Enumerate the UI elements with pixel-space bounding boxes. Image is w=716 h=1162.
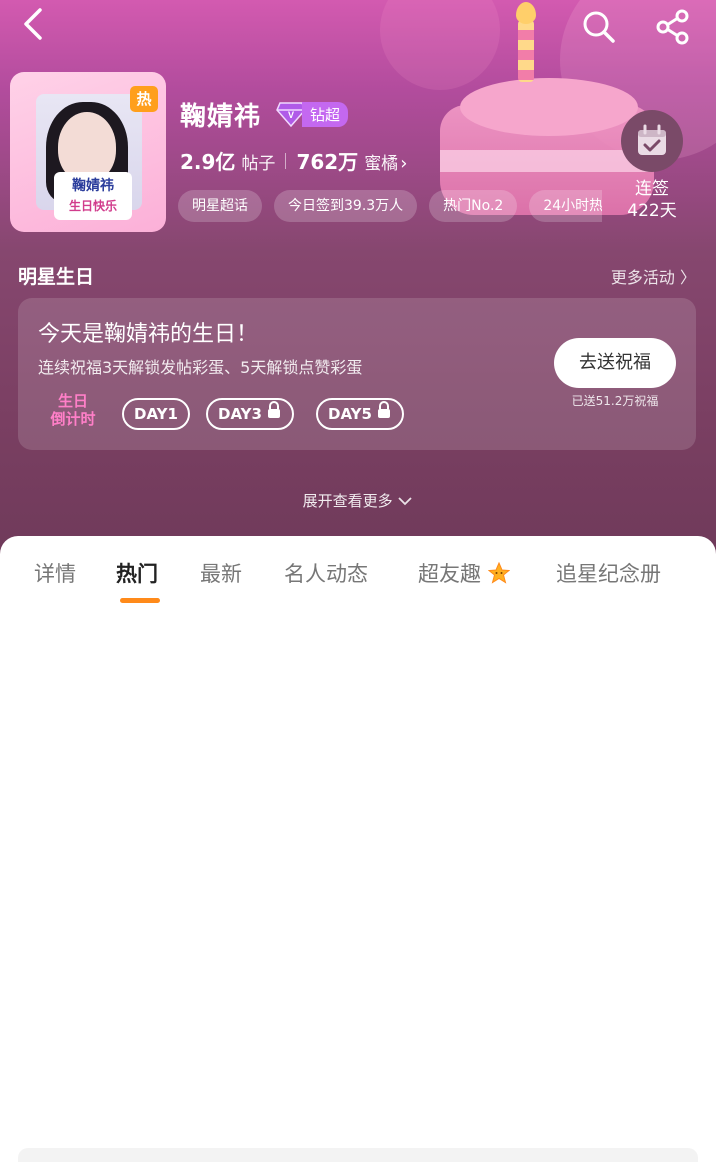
day-pill[interactable]: DAY3 xyxy=(206,398,294,430)
countdown-line2: 倒计时 xyxy=(50,410,96,428)
day-pill[interactable]: DAY1 xyxy=(122,398,190,430)
day-pill[interactable]: DAY5 xyxy=(316,398,404,430)
chevron-right-icon: › xyxy=(400,153,408,174)
stats-divider xyxy=(285,153,287,169)
expand-label: 展开查看更多 xyxy=(302,492,393,510)
tag-item[interactable]: 24小时热 xyxy=(529,190,602,222)
vip-label: 钻超 xyxy=(302,101,349,127)
content-card-top xyxy=(18,1148,698,1162)
chevron-down-icon xyxy=(397,492,413,510)
hot-badge: 热 xyxy=(130,86,158,112)
checkin-label: 连签 xyxy=(635,179,669,199)
back-arrow-icon[interactable] xyxy=(18,6,54,46)
active-tab-indicator xyxy=(120,598,160,603)
vip-badge[interactable]: V 钻超 xyxy=(276,100,349,128)
day-label: DAY3 xyxy=(218,405,262,423)
countdown-line1: 生日 xyxy=(57,392,88,410)
flame-icon xyxy=(516,2,536,24)
tab-hot[interactable]: 热门 xyxy=(116,558,158,588)
stats-row[interactable]: 2.9亿 帖子 762万 蜜橘 › xyxy=(180,146,407,175)
birthday-card: 今天是鞠婧祎的生日！ 连续祝福3天解锁发帖彩蛋、5天解锁点赞彩蛋 去送祝福 已送… xyxy=(18,298,696,450)
fans-count: 762万 xyxy=(296,150,359,174)
birthday-subtext: 连续祝福3天解锁发帖彩蛋、5天解锁点赞彩蛋 xyxy=(38,358,363,377)
avatar-banner-greeting: 生日快乐 xyxy=(68,199,117,213)
day-label: DAY5 xyxy=(328,405,372,423)
calendar-check-icon xyxy=(621,110,683,172)
checkin-days: 422天 xyxy=(627,201,677,221)
hero-banner: 鞠婧祎 生日快乐 热 鞠婧祎 V 钻超 2.9亿 帖子 762万 蜜橘 › 明星… xyxy=(0,0,716,560)
birthday-countdown-badge: 生日 倒计时 xyxy=(38,392,108,436)
tag-item[interactable]: 明星超话 xyxy=(178,190,262,222)
tab-details[interactable]: 详情 xyxy=(34,558,76,588)
send-blessing-button[interactable]: 去送祝福 xyxy=(554,338,676,388)
tag-item[interactable]: 今日签到39.3万人 xyxy=(274,190,418,222)
decor-glow xyxy=(380,0,500,90)
star-badge-icon xyxy=(487,561,510,589)
section-title: 明星生日 xyxy=(18,266,95,288)
cake-top xyxy=(460,78,638,136)
tab-latest[interactable]: 最新 xyxy=(200,558,242,588)
more-activities-link[interactable]: 更多活动 〉 xyxy=(611,264,696,288)
posts-unit: 帖子 xyxy=(241,154,276,174)
fans-unit: 蜜橘 xyxy=(364,154,399,174)
tab-fun-label: 超友趣 xyxy=(418,562,481,586)
tab-bar: 详情 热门 最新 名人动态 超友趣 追星纪念册 xyxy=(0,536,716,1162)
search-icon[interactable] xyxy=(580,8,618,46)
day-label: DAY1 xyxy=(134,405,178,423)
share-icon[interactable] xyxy=(654,8,692,46)
lock-icon xyxy=(266,398,282,430)
expand-more[interactable]: 展开查看更多 xyxy=(0,490,716,511)
lock-icon xyxy=(376,398,392,430)
svg-text:V: V xyxy=(288,110,294,120)
blessing-count: 已送51.2万祝福 xyxy=(571,394,659,408)
page-title: 鞠婧祎 xyxy=(180,102,262,132)
checkin-button[interactable]: 连签 422天 xyxy=(614,110,690,222)
tab-fan-album[interactable]: 追星纪念册 xyxy=(556,558,661,588)
tab-fun[interactable]: 超友趣 xyxy=(418,558,510,589)
posts-count: 2.9亿 xyxy=(180,150,236,174)
birthday-headline: 今天是鞠婧祎的生日！ xyxy=(38,322,259,347)
avatar-banner-name: 鞠婧祎 xyxy=(72,178,114,194)
tag-row: 明星超话 今日签到39.3万人 热门No.2 24小时热 xyxy=(178,190,602,224)
tag-item[interactable]: 热门No.2 xyxy=(429,190,518,222)
tab-celebrity-updates[interactable]: 名人动态 xyxy=(284,558,368,588)
avatar-banner: 鞠婧祎 生日快乐 xyxy=(54,172,132,220)
candle-icon xyxy=(518,20,534,82)
